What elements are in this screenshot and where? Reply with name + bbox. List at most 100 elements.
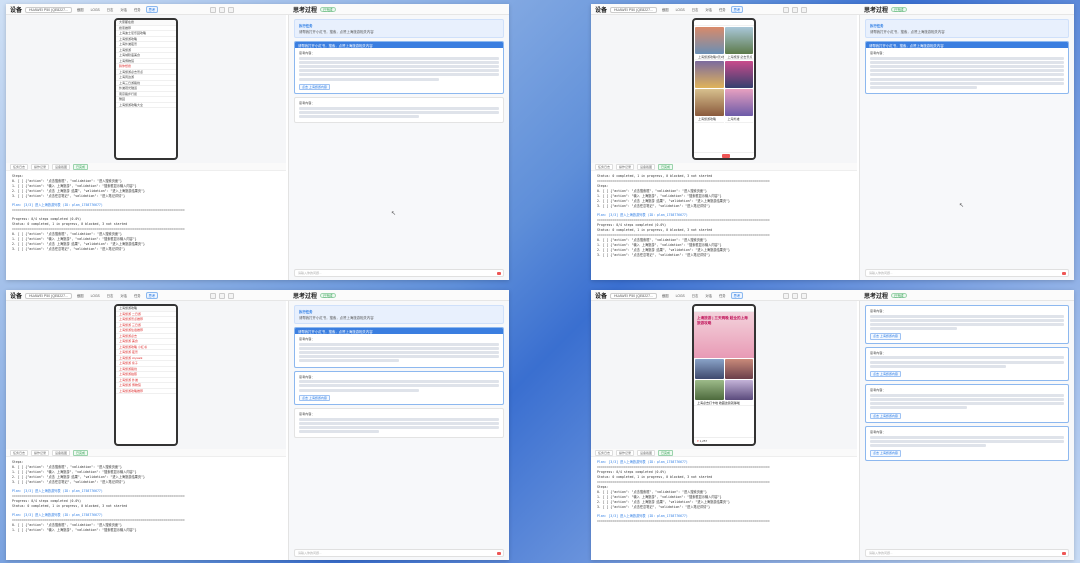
- action-button[interactable]: 点击 上海旅游内容: [299, 394, 330, 402]
- step-label: 思考内容：: [299, 374, 315, 379]
- tab-operations[interactable]: 操作记录: [31, 449, 50, 456]
- post-photo[interactable]: [695, 379, 724, 400]
- tab-screenshots[interactable]: 设备截图: [637, 163, 656, 170]
- device-selector[interactable]: HUAWEI P50 (QE8227...: [25, 292, 72, 299]
- nav-thinking[interactable]: 思考: [145, 292, 159, 299]
- send-icon[interactable]: [1062, 272, 1066, 275]
- nav-logs[interactable]: LOGS: [674, 294, 687, 298]
- close-button[interactable]: [801, 292, 808, 299]
- tab-screenshots[interactable]: 设备截图: [52, 163, 71, 170]
- feed-photo[interactable]: [695, 61, 724, 88]
- close-button[interactable]: [801, 6, 808, 13]
- tab-completed[interactable]: 已完成: [658, 163, 674, 170]
- phone-bottom-nav: [694, 152, 754, 158]
- nav-journal[interactable]: 日志: [105, 7, 116, 12]
- device-selector[interactable]: HUAWEI P50 (QE8227...: [610, 6, 657, 13]
- action-button[interactable]: 点击 上海旅游内容: [870, 450, 901, 457]
- send-icon[interactable]: [497, 272, 501, 275]
- log-tabbar: 任务日志 操作记录 设备截图 已完成: [6, 163, 286, 171]
- nav-screenshot[interactable]: 截图: [660, 7, 671, 12]
- nav-chat[interactable]: 对话: [118, 7, 129, 12]
- minimize-button[interactable]: [210, 6, 217, 13]
- tab-completed[interactable]: 已完成: [73, 163, 89, 170]
- maximize-button[interactable]: [792, 292, 799, 299]
- device-selector[interactable]: HUAWEI P50 (QE8227...: [25, 6, 72, 13]
- action-button[interactable]: 点击 上海旅游内容: [870, 370, 901, 378]
- phone-screen[interactable]: 大家都在搜 搜索推荐 上海迪士尼乐园攻略 上海旅游攻略 上海外滩夜景 上海旅游 …: [114, 18, 178, 160]
- action-button[interactable]: 点击 上海旅游内容: [870, 333, 901, 340]
- minimize-button[interactable]: [210, 292, 217, 299]
- nav-logs[interactable]: LOGS: [89, 8, 102, 12]
- like-icon[interactable]: ♥: [697, 439, 699, 443]
- feed-photo[interactable]: [724, 26, 753, 54]
- phone-screen[interactable]: 上海旅游攻略3天2晚 上海旅游 必去景点 上海旅游攻略 上海外滩: [692, 18, 756, 160]
- nav-logs[interactable]: LOGS: [674, 8, 687, 12]
- nav-logs[interactable]: LOGS: [89, 294, 102, 298]
- maximize-button[interactable]: [219, 6, 226, 13]
- nav-thinking[interactable]: 思考: [730, 292, 744, 299]
- chat-input[interactable]: 请输入你的问题...: [865, 269, 1069, 277]
- post-cover[interactable]: 上海旅游 | 三天两晚 超全的上海旅游攻略: [694, 311, 754, 358]
- tab-operations[interactable]: 操作记录: [31, 163, 50, 170]
- minimize-button[interactable]: [783, 292, 790, 299]
- feed-caption[interactable]: 上海外滩: [724, 117, 753, 123]
- nav-journal[interactable]: 日志: [690, 7, 701, 12]
- feed-photo[interactable]: [724, 61, 753, 88]
- maximize-button[interactable]: [792, 6, 799, 13]
- chat-input[interactable]: 请输入你的问题...: [865, 549, 1069, 557]
- action-button[interactable]: 点击 上海旅游内容: [870, 412, 901, 420]
- feed-photo[interactable]: [695, 89, 724, 116]
- tab-task-log[interactable]: 任务日志: [10, 449, 29, 456]
- feed-photo[interactable]: [695, 26, 724, 54]
- action-button[interactable]: 点击 上海旅游内容: [299, 83, 330, 91]
- nav-screenshot[interactable]: 截图: [75, 7, 86, 12]
- post-photo[interactable]: [724, 379, 753, 400]
- nav-task[interactable]: 任务: [132, 293, 143, 298]
- nav-chat[interactable]: 对话: [703, 293, 714, 298]
- close-button[interactable]: [228, 6, 235, 13]
- tab-screenshots[interactable]: 设备截图: [637, 449, 656, 456]
- tab-task-log[interactable]: 任务日志: [595, 163, 614, 170]
- post-photo[interactable]: [695, 358, 724, 379]
- phone-preview-area: 上海旅游 | 三天两晚 超全的上海旅游攻略 上海必去打卡地 收藏这篇就够啦 ♥ …: [591, 301, 857, 449]
- send-icon[interactable]: [1062, 552, 1066, 555]
- nav-task[interactable]: 任务: [717, 293, 728, 298]
- maximize-button[interactable]: [219, 292, 226, 299]
- nav-thinking[interactable]: 思考: [145, 6, 159, 13]
- nav-screenshot[interactable]: 截图: [660, 293, 671, 298]
- nav-chat[interactable]: 对话: [703, 7, 714, 12]
- minimize-button[interactable]: [783, 6, 790, 13]
- nav-thinking[interactable]: 思考: [730, 6, 744, 13]
- tab-completed[interactable]: 已完成: [658, 449, 674, 456]
- nav-journal[interactable]: 日志: [105, 293, 116, 298]
- plus-icon[interactable]: [722, 154, 730, 158]
- tab-operations[interactable]: 操作记录: [616, 449, 635, 456]
- tab-screenshots[interactable]: 设备截图: [52, 449, 71, 456]
- nav-task[interactable]: 任务: [132, 7, 143, 12]
- device-selector[interactable]: HUAWEI P50 (QE8227...: [610, 292, 657, 299]
- tab-operations[interactable]: 操作记录: [616, 163, 635, 170]
- phone-screen[interactable]: 上海旅游 | 三天两晚 超全的上海旅游攻略 上海必去打卡地 收藏这篇就够啦 ♥ …: [692, 304, 756, 446]
- close-button[interactable]: [228, 292, 235, 299]
- list-item[interactable]: 上海旅游攻略大全: [116, 103, 176, 108]
- feed-caption[interactable]: 上海旅游 必去景点: [724, 55, 753, 60]
- tab-completed[interactable]: 已完成: [73, 449, 89, 456]
- phone-screen[interactable]: 上海旅游攻略 上海旅游 二日游 上海旅游景点推荐 上海旅游 三日游 上海旅游住宿…: [114, 304, 178, 446]
- nav-task[interactable]: 任务: [717, 7, 728, 12]
- nav-screenshot[interactable]: 截图: [75, 293, 86, 298]
- feed-caption[interactable]: 上海旅游攻略: [695, 117, 724, 123]
- chat-input[interactable]: 请输入你的问题...: [294, 549, 504, 557]
- feed-caption[interactable]: 上海旅游攻略3天2晚: [695, 55, 724, 60]
- chat-input[interactable]: 请输入你的问题...: [294, 269, 504, 277]
- nav-chat[interactable]: 对话: [118, 293, 129, 298]
- task-label: 执行任务: [299, 24, 313, 28]
- nav-journal[interactable]: 日志: [690, 293, 701, 298]
- step-body: 思考内容： 点击 上海旅游内容: [866, 427, 1068, 460]
- send-icon[interactable]: [497, 552, 501, 555]
- suggestion-item[interactable]: 上海旅游攻略推荐: [116, 389, 176, 394]
- post-photo[interactable]: [724, 358, 753, 379]
- tab-task-log[interactable]: 任务日志: [595, 449, 614, 456]
- tab-task-log[interactable]: 任务日志: [10, 163, 29, 170]
- feed-photo[interactable]: [724, 89, 753, 116]
- thinking-header: 思考过程 已完成: [859, 290, 907, 301]
